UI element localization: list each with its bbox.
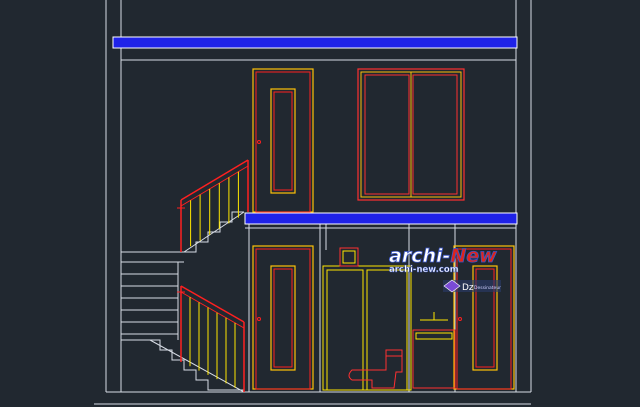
badge-caption: Dessinateur bbox=[474, 285, 501, 291]
lower-right-door bbox=[453, 245, 515, 390]
watermark-brand-accent: New bbox=[450, 245, 497, 267]
upper-stair-railing bbox=[177, 159, 249, 252]
watermark-brand-main: archi bbox=[389, 245, 443, 267]
lower-stair-railing bbox=[177, 285, 245, 392]
cad-viewport[interactable]: archi-New archi-new.com Dz Dessinateur bbox=[0, 0, 640, 407]
shower-frame-inner bbox=[326, 269, 364, 391]
watermark-url: archi-new.com bbox=[389, 265, 459, 275]
upper-stair-flight bbox=[183, 211, 245, 253]
dz-badge-icon: Dz Dessinateur bbox=[443, 279, 501, 293]
upper-window bbox=[357, 68, 465, 201]
watermark-brand-sep: - bbox=[443, 245, 451, 267]
landing bbox=[121, 251, 184, 263]
floor-slab-level-1 bbox=[244, 212, 518, 225]
cad-drawing: archi-New archi-new.com Dz Dessinateur bbox=[94, 0, 532, 405]
high-window-inner bbox=[342, 250, 356, 264]
lower-left-door bbox=[252, 245, 314, 390]
upper-door bbox=[252, 68, 314, 213]
badge-text: Dz bbox=[462, 283, 474, 293]
svg-text:archi-New: archi-New bbox=[389, 245, 497, 267]
roof-slab bbox=[112, 36, 518, 49]
